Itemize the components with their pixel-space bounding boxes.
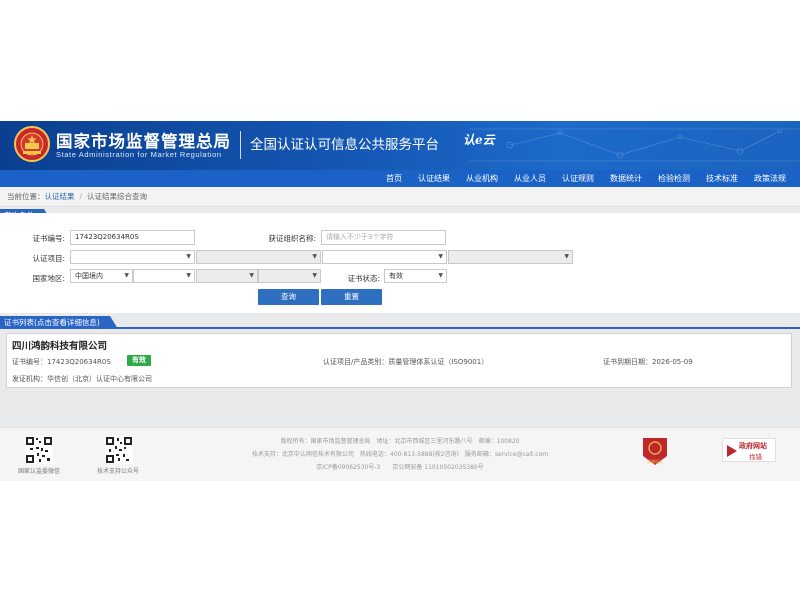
category-label: 认证项目/产品类别： [323,358,389,366]
category-value: 质量管理体系认证（ISO9001） [388,358,489,366]
cert-no-label: 证书编号： [12,358,47,366]
agency-title-en: State Administration for Market Regulati… [56,150,222,159]
region-select[interactable]: 中国境内 ▼ [70,269,133,283]
cert-no-input[interactable]: 17423Q20634R0S [70,230,195,245]
chevron-down-icon: ▼ [186,272,191,279]
results-section-header: 证书列表(点击查看详细信息) [0,316,800,329]
gov-site-subtitle: 找错 [749,453,762,461]
nav-item[interactable]: 政策法规 [746,170,794,187]
expiry-value: 2026-05-09 [652,358,693,366]
expiry-row: 证书到期日期：2026-05-09 [603,357,693,367]
result-card[interactable]: 四川鸿韵科技有限公司 证书编号：17423Q20634R0S 有效 认证项目/产… [6,333,792,388]
party-government-badge-icon[interactable]: 党政机关 [641,436,669,466]
project-select-4[interactable]: ▼ [448,250,573,264]
gov-site-report-error[interactable]: 政府网站 找错 [722,438,776,462]
project-label: 认证项目: [32,254,65,263]
nav-item[interactable]: 认证结果 [410,170,458,187]
gov-site-icon [727,445,737,457]
status-select[interactable]: 有效 ▼ [384,269,447,283]
expiry-label: 证书到期日期： [603,358,652,366]
header-divider [240,131,241,159]
chevron-down-icon: ▼ [124,272,129,279]
status-badge: 有效 [127,355,151,366]
nav-item[interactable]: 首页 [378,170,410,187]
nav-item[interactable]: 认证规则 [554,170,602,187]
district-select[interactable]: ▼ [258,269,321,283]
cert-no-row: 证书编号：17423Q20634R0S [12,357,111,367]
badge-caption: 党政机关 [647,458,663,464]
cert-no-label: 证书编号: [32,234,65,243]
project-select-3[interactable]: ▼ [322,250,447,264]
breadcrumb-item-results[interactable]: 认证结果 [45,192,75,201]
category-row: 认证项目/产品类别：质量管理体系认证（ISO9001） [323,357,488,367]
nav-item[interactable]: 数据统计 [602,170,650,187]
project-select-1[interactable]: ▼ [70,250,195,264]
city-select[interactable]: ▼ [196,269,258,283]
region-value: 中国境内 [75,272,103,280]
breadcrumb-item-query: 认证结果综合查询 [87,192,148,201]
chevron-down-icon: ▼ [249,272,254,279]
results-section-title: 证书列表(点击查看详细信息) [0,316,118,329]
region-label: 国家地区: [32,274,65,283]
site-header: 国家市场监督管理总局 State Administration for Mark… [0,121,800,170]
nav-item[interactable]: 从业机构 [458,170,506,187]
footer: 国家认监委微信 技术支持公众号 版权所有：国家市场监督管理总局 地址：北京市西城… [0,427,800,481]
province-select[interactable]: ▼ [133,269,195,283]
issuer-value: 华信创（北京）认证中心有限公司 [47,375,152,383]
project-select-2[interactable]: ▼ [196,250,321,264]
brand-logo: 认e云 [463,133,495,147]
query-panel: 证书编号: 17423Q20634R0S 获证组织名称: 请输入不少于3个字符 … [0,213,800,313]
footer-icp[interactable]: 京ICP备09062530号-3 京公网安备 11010502035380号 [0,462,800,471]
nav-item[interactable]: 技术标准 [698,170,746,187]
gov-site-title: 政府网站 [739,442,767,450]
status-value: 有效 [389,272,403,280]
chevron-down-icon: ▼ [312,272,317,279]
chevron-down-icon: ▼ [312,253,317,260]
cert-no-value: 17423Q20634R0S [47,358,111,366]
agency-title: 国家市场监督管理总局 [56,132,231,151]
breadcrumb-prefix: 当前位置： [7,192,45,201]
main-nav: 首页 认证结果 从业机构 从业人员 认证规则 数据统计 检验检测 技术标准 政策法规 [0,170,800,187]
reset-button[interactable]: 重置 [321,289,382,305]
company-name[interactable]: 四川鸿韵科技有限公司 [12,338,107,352]
platform-title: 全国认证认可信息公共服务平台 [250,137,439,153]
org-name-label: 获证组织名称: [268,234,316,243]
chevron-down-icon: ▼ [186,253,191,260]
chevron-down-icon: ▼ [564,253,569,260]
chevron-down-icon: ▼ [438,253,443,260]
page: 国家市场监督管理总局 State Administration for Mark… [0,0,800,599]
breadcrumb: 当前位置：认证结果 / 认证结果综合查询 [0,187,800,207]
nav-item[interactable]: 检验检测 [650,170,698,187]
nav-item[interactable]: 从业人员 [506,170,554,187]
issuer-row: 发证机构：华信创（北京）认证中心有限公司 [12,374,152,384]
national-emblem-icon [14,126,50,162]
footer-tech-support: 技术支持：北京中认网信技术有限公司 热线电话：400-813-5888(按2咨询… [251,451,549,458]
status-label: 证书状态: [347,274,380,283]
breadcrumb-separator: / [79,192,83,201]
chevron-down-icon: ▼ [438,272,443,279]
org-name-input[interactable]: 请输入不少于3个字符 [321,230,446,245]
issuer-label: 发证机构： [12,375,47,383]
search-button[interactable]: 查询 [258,289,319,305]
tech-pattern-decoration [470,128,800,162]
footer-copyright: 版权所有：国家市场监督管理总局 地址：北京市西城区三里河东路八号 邮编：1008… [280,438,520,445]
